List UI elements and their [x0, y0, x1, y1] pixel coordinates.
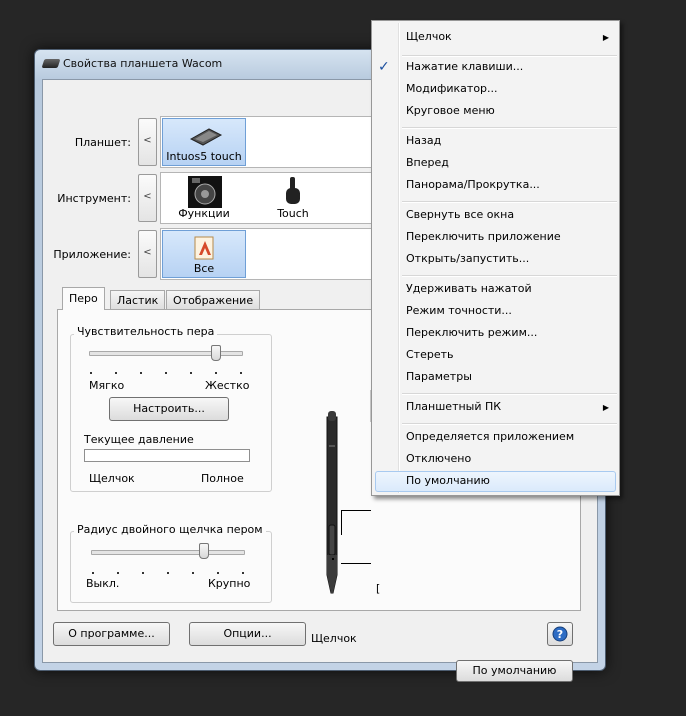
app-row-label: Приложение:: [53, 248, 131, 261]
tablet-app-icon: [41, 59, 61, 68]
slider-tick: [240, 372, 242, 374]
menu-separator: [402, 393, 617, 395]
tip-callout-dot: [332, 558, 334, 560]
lower-callout-bracket: [: [376, 582, 381, 595]
menu-separator: [402, 127, 617, 129]
menu-item-modifier[interactable]: Модификатор...: [406, 82, 498, 95]
off-label: Выкл.: [86, 577, 120, 590]
tool-item-functions-label: Функции: [178, 207, 230, 220]
menu-item-keystroke[interactable]: Нажатие клавиши...: [406, 60, 523, 73]
double-click-slider-thumb[interactable]: [199, 543, 209, 559]
menu-item-open-run[interactable]: Открыть/запустить...: [406, 252, 529, 265]
menu-item-radial-menu[interactable]: Круговое меню: [406, 104, 495, 117]
tab-pen[interactable]: Перо: [62, 287, 105, 310]
app-item-all-label: Все: [193, 262, 215, 275]
slider-tick: [192, 572, 194, 574]
firm-label: Жестко: [205, 379, 250, 392]
slider-tick: [90, 372, 92, 374]
menu-item-default[interactable]: По умолчанию: [406, 474, 490, 487]
tablet-item-label: Intuos5 touch: [166, 150, 242, 163]
pen-sensitivity-slider-thumb[interactable]: [210, 345, 221, 361]
side-switch-callout-line-h: [341, 510, 371, 511]
slider-tick: [117, 572, 119, 574]
menu-item-precision-mode[interactable]: Режим точности...: [406, 304, 512, 317]
menu-item-tablet-pc[interactable]: Планшетный ПК: [406, 400, 501, 413]
menu-separator: [402, 55, 617, 57]
menu-item-switch-app[interactable]: Переключить приложение: [406, 230, 561, 243]
express-keys-icon: [188, 176, 222, 208]
menu-item-disabled[interactable]: Отключено: [406, 452, 471, 465]
current-pressure-bar: [84, 449, 250, 462]
tab-eraser[interactable]: Ластик: [110, 290, 166, 309]
options-button[interactable]: Опции...: [189, 622, 306, 646]
pen-illustration: [326, 411, 338, 594]
large-label: Крупно: [208, 577, 251, 590]
menu-separator: [402, 201, 617, 203]
tab-display[interactable]: Отображение: [166, 290, 261, 309]
window-title: Свойства планшета Wacom: [63, 57, 223, 70]
slider-tick: [242, 572, 244, 574]
slider-tick: [142, 572, 144, 574]
menu-item-toggle-mode[interactable]: Переключить режим...: [406, 326, 537, 339]
slider-tick: [165, 372, 167, 374]
question-icon: ?: [552, 626, 568, 642]
double-click-group: [70, 531, 272, 603]
pen-sensitivity-title: Чувствительность пера: [74, 325, 218, 338]
app-scroll-left-button[interactable]: <: [138, 230, 157, 278]
current-pressure-label: Текущее давление: [84, 433, 194, 446]
menu-separator: [402, 275, 617, 277]
about-button[interactable]: О программе...: [53, 622, 170, 646]
menu-item-click[interactable]: Щелчок: [406, 30, 452, 43]
help-button[interactable]: ?: [547, 622, 573, 646]
double-click-track: [91, 550, 245, 555]
menu-item-app-defined[interactable]: Определяется приложением: [406, 430, 574, 443]
tool-row-label: Инструмент:: [57, 192, 131, 205]
svg-text:?: ?: [557, 628, 563, 641]
soft-label: Мягко: [89, 379, 125, 392]
slider-tick: [217, 572, 219, 574]
button-function-context-menu: ✓ Щелчок Нажатие клавиши... Модификатор...…: [371, 20, 620, 496]
tablet-scroll-left-button[interactable]: <: [138, 118, 157, 166]
submenu-arrow-icon: ▶: [602, 403, 609, 412]
menu-item-hold[interactable]: Удерживать нажатой: [406, 282, 532, 295]
tablet-row-label: Планшет:: [74, 136, 131, 149]
double-click-title: Радиус двойного щелчка пером: [74, 523, 266, 536]
slider-tick: [92, 572, 94, 574]
lower-callout-line: [341, 563, 371, 564]
menu-item-erase[interactable]: Стереть: [406, 348, 454, 361]
menu-item-pan-scroll[interactable]: Панорама/Прокрутка...: [406, 178, 540, 191]
app-item-all[interactable]: Все: [162, 230, 246, 278]
menu-item-forward[interactable]: Вперед: [406, 156, 449, 169]
side-switch-callout-line: [341, 510, 342, 535]
menu-separator: [402, 423, 617, 425]
slider-tick: [140, 372, 142, 374]
default-button[interactable]: По умолчанию: [456, 660, 573, 682]
menu-item-back[interactable]: Назад: [406, 134, 441, 147]
menu-item-minimize-all[interactable]: Свернуть все окна: [406, 208, 514, 221]
tool-item-touch-label: Touch: [277, 207, 309, 220]
all-apps-icon: [194, 236, 214, 260]
click-label: Щелчок: [89, 472, 135, 485]
tool-item-functions[interactable]: Функции: [162, 174, 246, 222]
pen-tip-label: Щелчок: [311, 632, 357, 645]
slider-tick: [167, 572, 169, 574]
submenu-arrow-icon: ▶: [602, 33, 609, 42]
tablet-item-intuos5[interactable]: Intuos5 touch: [162, 118, 246, 166]
customize-button[interactable]: Настроить...: [109, 397, 229, 421]
checkmark-icon: ✓: [378, 59, 390, 75]
slider-tick: [190, 372, 192, 374]
slider-tick: [115, 372, 117, 374]
touch-hand-icon: [286, 177, 300, 204]
tablet-icon: [189, 128, 223, 146]
slider-tick: [215, 372, 217, 374]
menu-gutter: [398, 23, 400, 493]
tool-scroll-left-button[interactable]: <: [138, 174, 157, 222]
menu-item-settings[interactable]: Параметры: [406, 370, 472, 383]
tool-item-touch[interactable]: Touch: [251, 174, 335, 222]
full-label: Полное: [201, 472, 244, 485]
